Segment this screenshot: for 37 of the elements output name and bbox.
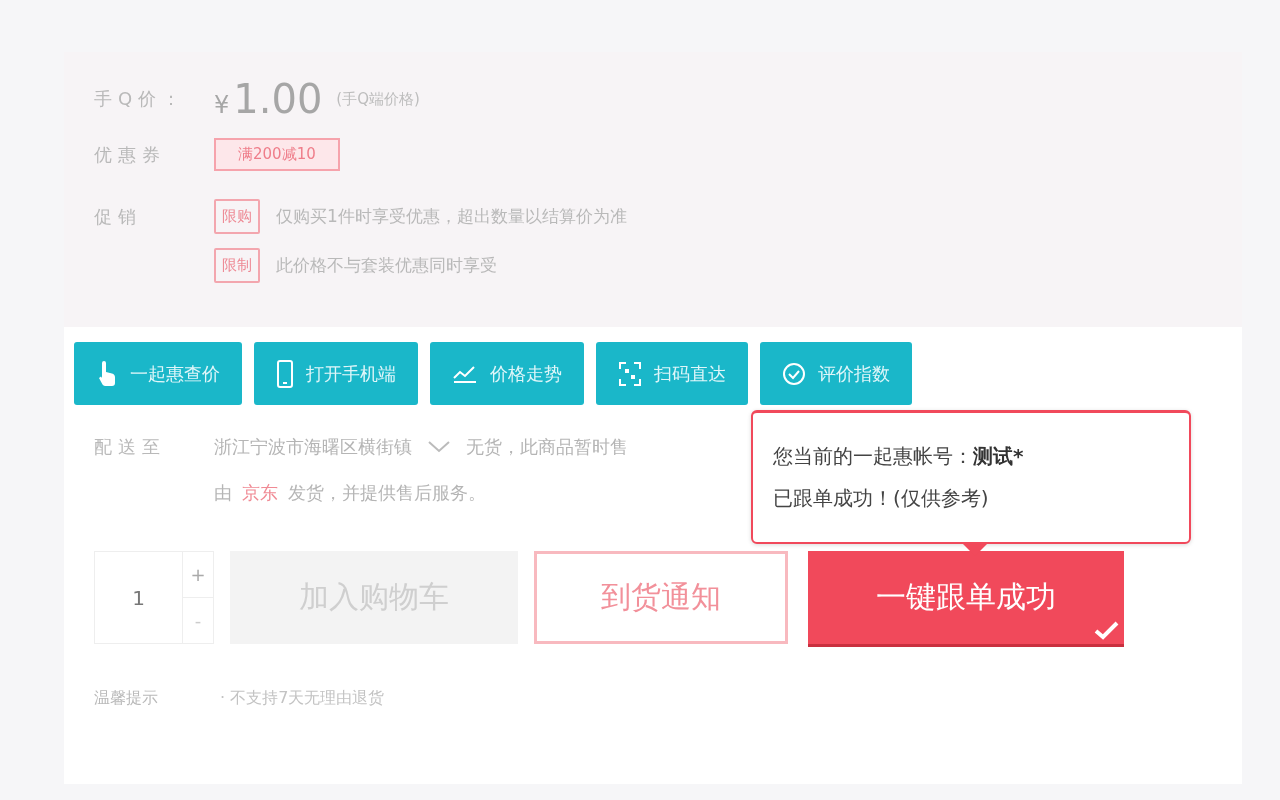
plus-button[interactable]: + — [183, 552, 213, 597]
promotion-label: 促销 — [94, 204, 143, 229]
price-label: 手Q价： — [94, 87, 188, 111]
coupon-label: 优惠券 — [94, 142, 167, 167]
follow-order-button[interactable]: 一键跟单成功 — [808, 551, 1124, 644]
promotion-tag: 限制 — [214, 248, 260, 283]
tip-text: · 不支持7天无理由退货 — [220, 688, 385, 709]
tool-button[interactable]: 评价指数 — [760, 342, 912, 405]
quantity-stepper[interactable]: 1 + - — [94, 551, 214, 644]
address-selector[interactable]: 浙江宁波市海曙区横街镇 — [214, 435, 412, 459]
stock-text: 无货，此商品暂时售 — [466, 435, 628, 459]
promotion-tag: 限购 — [214, 199, 260, 234]
phone-icon — [276, 359, 294, 388]
chevron-down-icon[interactable] — [428, 441, 450, 453]
service-text: 发货，并提供售后服务。 — [288, 481, 486, 505]
shipping-text: 由 — [214, 481, 232, 505]
pointer-hand-icon — [96, 360, 118, 387]
promotion-text: 仅购买1件时享受优惠，超出数量以结算价为准 — [276, 205, 627, 228]
scan-icon — [618, 360, 642, 387]
success-message: 已跟单成功！(仅供参考) — [773, 485, 990, 512]
tool-button[interactable]: 扫码直达 — [596, 342, 748, 405]
price-note: (手Q端价格) — [336, 89, 420, 109]
price-value: ¥1.00 — [214, 76, 323, 122]
notify-button[interactable]: 到货通知 — [534, 551, 788, 644]
quantity-value: 1 — [131, 584, 146, 612]
tip-label: 温馨提示 — [94, 688, 159, 709]
tool-button[interactable]: 打开手机端 — [254, 342, 418, 405]
minus-button[interactable]: - — [183, 597, 213, 643]
trend-chart-icon — [452, 363, 478, 384]
check-circle-icon — [782, 361, 806, 386]
tool-button[interactable]: 一起惠查价 — [74, 342, 242, 405]
coupon-tag[interactable]: 满200减10 — [214, 138, 340, 171]
tool-button[interactable]: 价格走势 — [430, 342, 584, 405]
delivery-label: 配送至 — [94, 435, 167, 459]
account-text: 您当前的一起惠帐号：测试* — [773, 443, 1025, 470]
promotion-text: 此价格不与套装优惠同时享受 — [276, 254, 497, 277]
seller-link[interactable]: 京东 — [242, 481, 278, 505]
